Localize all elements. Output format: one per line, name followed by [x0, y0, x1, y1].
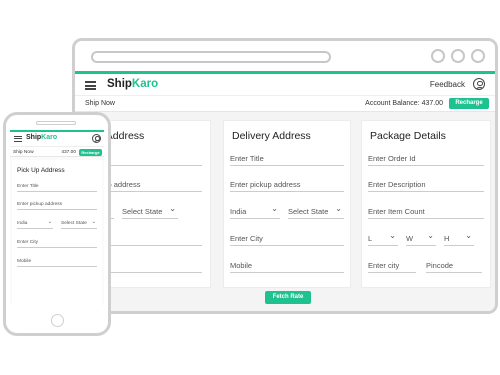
shipkaro-logo[interactable]: ShipKaro: [107, 78, 158, 90]
item-count-input[interactable]: Enter Item Count: [368, 206, 484, 219]
description-input[interactable]: Enter Description: [368, 179, 484, 192]
desktop-browser-frame: ShipKaro Feedback Ship Now Account Balan…: [72, 38, 498, 314]
delivery-state-select[interactable]: Select State: [288, 203, 344, 219]
pickup-state-select[interactable]: Select State: [61, 218, 97, 229]
hamburger-menu-icon[interactable]: [85, 81, 96, 90]
package-details-title: Package Details: [370, 130, 446, 142]
pickup-city-input[interactable]: Enter City: [17, 239, 97, 248]
delivery-title-input[interactable]: Enter Title: [230, 153, 344, 166]
length-select[interactable]: L: [368, 230, 398, 246]
delivery-address-input[interactable]: Enter pickup address: [230, 179, 344, 192]
phone-home-button[interactable]: [51, 314, 64, 327]
main-content: Up Address Title pickup address Select S…: [75, 112, 495, 311]
pickup-country-select[interactable]: India: [17, 218, 53, 229]
pickup-state-select[interactable]: Select State: [122, 203, 178, 219]
feedback-link[interactable]: Feedback: [430, 80, 465, 89]
mockup-stage: ShipKaro Feedback Ship Now Account Balan…: [0, 0, 500, 375]
shipkaro-logo[interactable]: ShipKaro: [26, 134, 57, 141]
account-balance: 437.00: [61, 150, 76, 155]
pickup-address-title: Pick Up Address: [17, 167, 65, 174]
delivery-address-panel: Delivery Address Enter Title Enter picku…: [223, 120, 351, 288]
mobile-sub-header: Ship Now 437.00 Recharge: [10, 146, 104, 157]
height-select[interactable]: H: [444, 230, 474, 246]
recharge-button[interactable]: Recharge: [449, 98, 489, 109]
width-select[interactable]: W: [406, 230, 436, 246]
logo-ship: Ship: [107, 78, 132, 90]
ship-now-link[interactable]: Ship Now: [13, 150, 34, 155]
hamburger-menu-icon[interactable]: [14, 136, 22, 142]
account-balance: Account Balance: 437.00: [365, 100, 443, 107]
delivery-country-select[interactable]: India: [230, 203, 280, 219]
fetch-rate-button[interactable]: Fetch Rate: [265, 291, 311, 304]
logo-karo: Karo: [131, 78, 159, 90]
pickup-mobile-input[interactable]: Mobile: [17, 258, 97, 267]
package-city-input[interactable]: Enter city: [368, 260, 416, 273]
app-header: ShipKaro Feedback: [75, 74, 495, 96]
mobile-app-header: ShipKaro: [10, 132, 104, 146]
ship-now-link[interactable]: Ship Now: [85, 100, 115, 107]
window-control-icon[interactable]: [451, 49, 465, 63]
delivery-address-title: Delivery Address: [232, 130, 311, 142]
order-id-input[interactable]: Enter Order Id: [368, 153, 484, 166]
user-account-icon[interactable]: [92, 134, 101, 143]
pickup-title-input[interactable]: Enter Title: [17, 183, 97, 192]
pickup-address-input[interactable]: Enter pickup address: [17, 201, 97, 210]
pincode-input[interactable]: Pincode: [426, 260, 482, 273]
recharge-button[interactable]: Recharge: [79, 148, 102, 156]
delivery-city-input[interactable]: Enter City: [230, 233, 344, 246]
package-details-panel: Package Details Enter Order Id Enter Des…: [361, 120, 491, 288]
mobile-pickup-card: Pick Up Address Enter Title Enter pickup…: [12, 160, 102, 305]
logo-ship: Ship: [26, 134, 42, 141]
window-control-icon[interactable]: [431, 49, 445, 63]
phone-screen: ShipKaro Ship Now 437.00 Recharge Pick U…: [10, 130, 104, 305]
mobile-phone-frame: ShipKaro Ship Now 437.00 Recharge Pick U…: [3, 112, 111, 336]
window-control-icon[interactable]: [471, 49, 485, 63]
delivery-mobile-input[interactable]: Mobile: [230, 260, 344, 273]
logo-karo: Karo: [41, 134, 58, 141]
browser-toolbar: [75, 41, 495, 71]
user-account-icon[interactable]: [473, 78, 485, 90]
sub-header: Ship Now Account Balance: 437.00 Recharg…: [75, 96, 495, 112]
address-bar[interactable]: [91, 51, 331, 63]
phone-speaker: [36, 121, 76, 125]
